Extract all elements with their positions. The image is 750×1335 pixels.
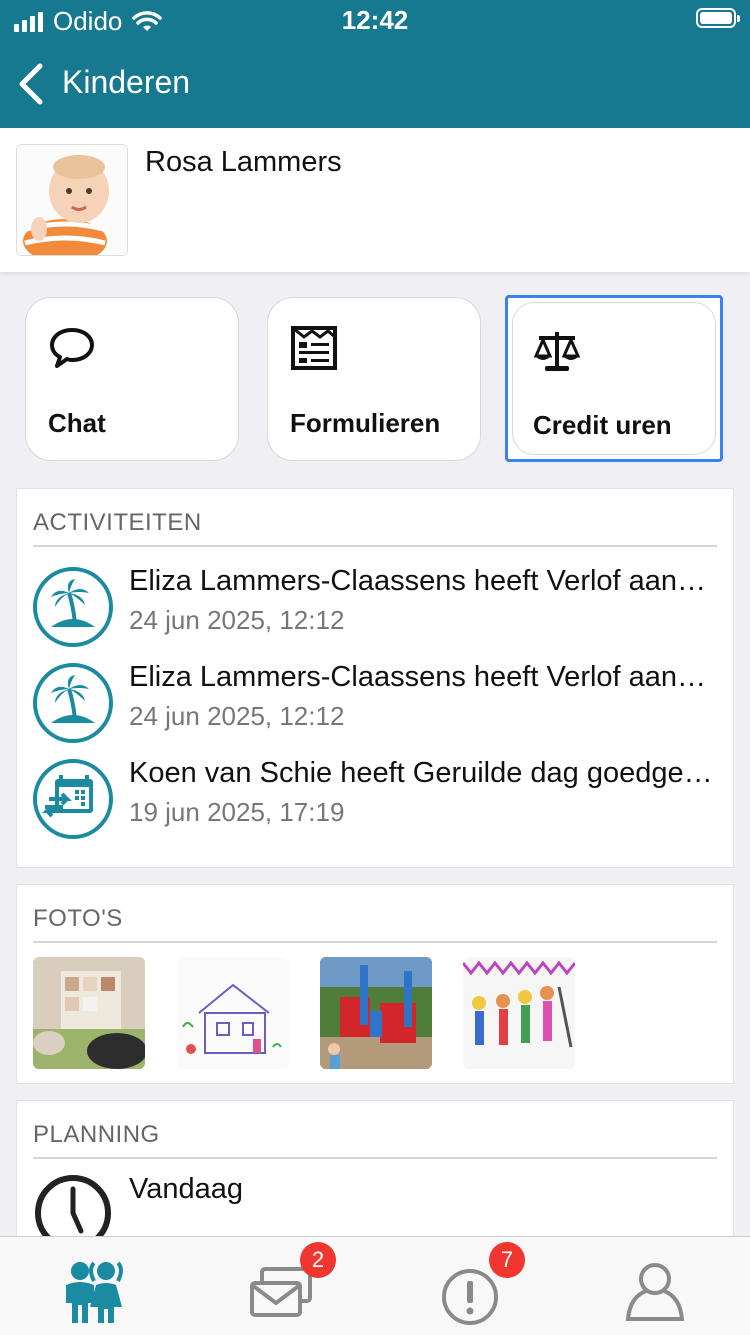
credit-hours-tile[interactable]: Credit uren [505,295,723,462]
clock: 12:42 [341,5,409,35]
battery-icon [696,8,740,28]
form-icon [291,326,337,370]
child-name: Rosa Lammers [145,146,342,178]
forms-tile[interactable]: Formulieren [267,297,481,461]
activity-title: Koen van Schie heeft Geruilde dag goedge… [129,757,717,789]
photo-thumbnail[interactable] [320,957,432,1069]
forms-tile-label: Formulieren [290,408,441,438]
activity-item[interactable]: Eliza Lammers-Claassens heeft Verlof aan… [33,661,717,751]
activity-date: 24 jun 2025, 12:12 [129,701,345,731]
activities-title: ACTIVITEITEN [33,509,202,536]
divider [33,1157,717,1159]
chat-tile-label: Chat [48,408,106,438]
photos-card: FOTO'S [16,884,734,1084]
activity-title: Eliza Lammers-Claassens heeft Verlof aan… [129,661,717,693]
photos-title: FOTO'S [33,905,123,932]
scale-icon [533,332,581,371]
photo-thumbnail[interactable] [177,957,289,1069]
back-chevron-icon[interactable] [14,62,54,106]
child-profile-header: Rosa Lammers [0,128,750,272]
divider [33,941,717,943]
activity-item[interactable]: Koen van Schie heeft Geruilde dag goedge… [33,757,717,847]
divider [33,545,717,547]
palm-island-icon [33,663,113,743]
navigation-bar: Kinderen [0,40,750,128]
palm-island-icon [33,567,113,647]
back-button-label[interactable]: Kinderen [62,64,190,101]
activity-item[interactable]: Eliza Lammers-Claassens heeft Verlof aan… [33,565,717,655]
notifications-badge: 7 [489,1242,525,1278]
person-icon[interactable] [620,1257,690,1327]
activities-card: ACTIVITEITEN Eliza Lammers-Claassens hee… [16,488,734,868]
planning-item-label[interactable]: Vandaag [129,1173,243,1206]
photo-thumbnail[interactable] [463,957,575,1069]
status-bar: Odido 12:42 [0,0,750,40]
chat-tile[interactable]: Chat [25,297,239,461]
planning-title: PLANNING [33,1121,160,1148]
photo-thumbnail[interactable] [33,957,145,1069]
calendar-swap-icon [33,759,113,839]
activity-title: Eliza Lammers-Claassens heeft Verlof aan… [129,565,717,597]
activity-date: 19 jun 2025, 17:19 [129,797,345,827]
messages-badge: 2 [300,1242,336,1278]
child-avatar [16,144,128,256]
activity-date: 24 jun 2025, 12:12 [129,605,345,635]
tab-bar: 2 7 [0,1236,750,1335]
children-icon[interactable] [58,1257,128,1327]
credit-hours-tile-label: Credit uren [533,410,672,440]
chat-bubble-icon [50,328,94,368]
